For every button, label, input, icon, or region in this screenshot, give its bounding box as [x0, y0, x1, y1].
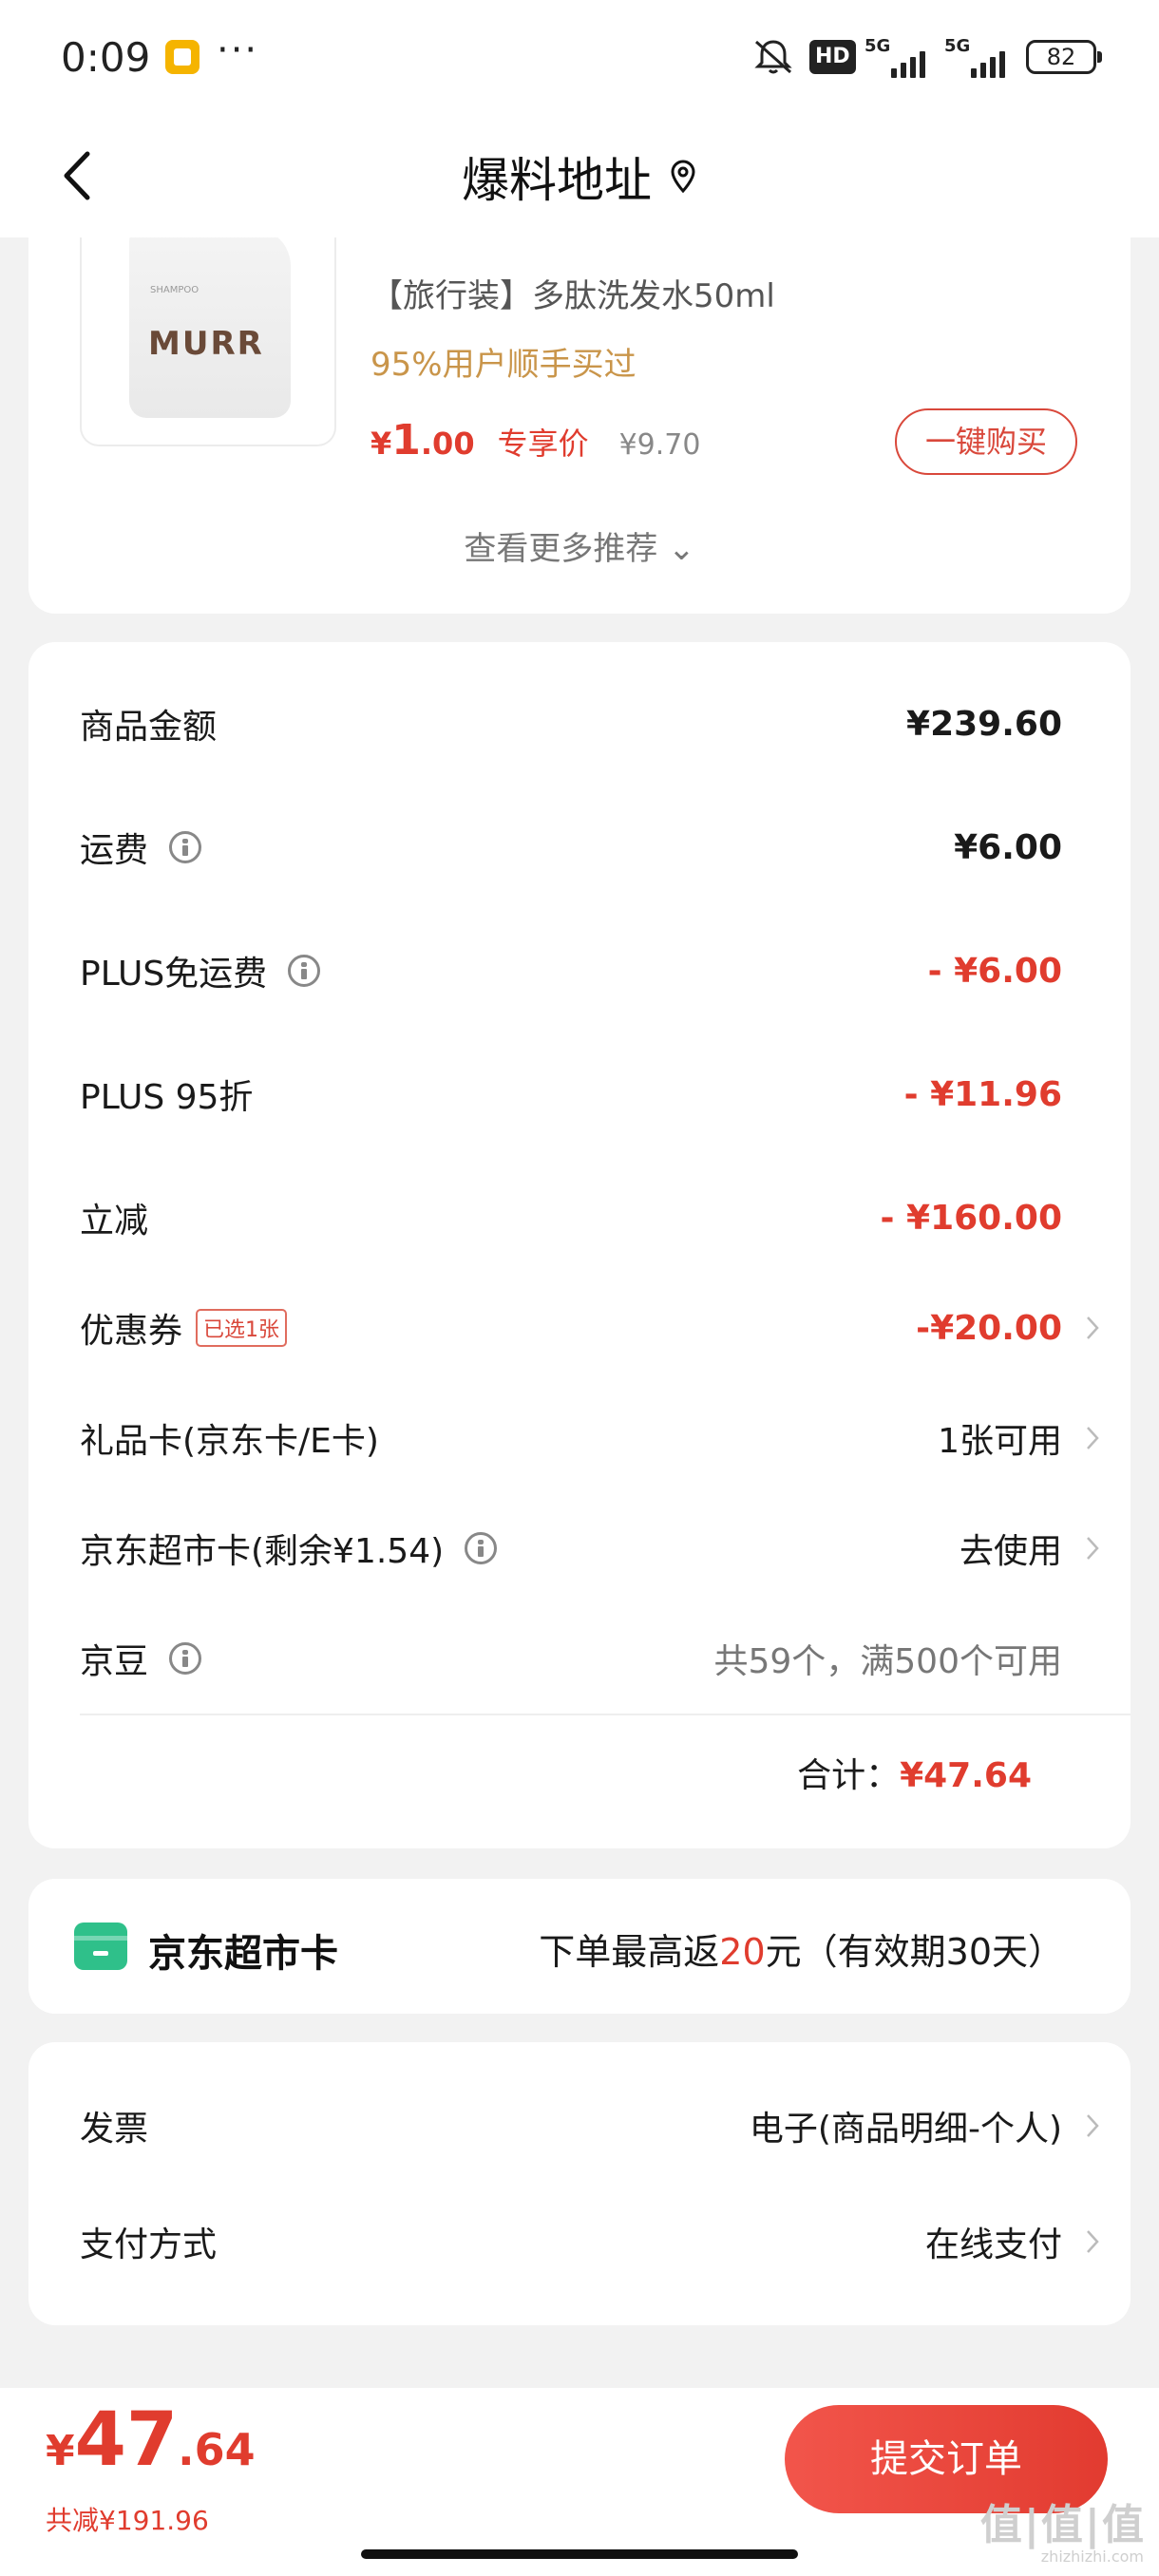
product-name[interactable]: 【旅行装】多肽洗发水50ml	[370, 270, 775, 316]
location-pin-icon[interactable]	[669, 160, 697, 194]
final-price-currency: ¥	[46, 2427, 75, 2475]
price-integer: 1	[391, 416, 421, 464]
row-label: PLUS免运费	[80, 955, 268, 994]
row-coupon[interactable]: 优惠券 已选1张 -¥20.00	[80, 1299, 1099, 1356]
home-indicator[interactable]	[361, 2549, 798, 2559]
bell-muted-icon	[754, 40, 792, 74]
promo-description: 下单最高返20元（有效期30天）	[539, 1923, 1064, 1975]
promo-title: 京东超市卡	[148, 1932, 338, 1976]
one-click-buy-button[interactable]: 一键购买	[895, 408, 1077, 475]
final-price-integer: 47	[74, 2397, 179, 2483]
info-icon[interactable]	[288, 955, 321, 987]
row-gift-card[interactable]: 礼品卡(京东卡/E卡) 1张可用	[80, 1410, 1099, 1467]
status-time: 0:09	[61, 34, 151, 81]
row-label: PLUS 95折	[80, 1078, 254, 1117]
more-notifications-icon: ···	[217, 28, 259, 72]
pouch-brand-text: MURR	[148, 325, 264, 363]
chevron-right-icon	[1087, 2230, 1099, 2253]
page-title-wrap: 爆料地址	[0, 142, 1159, 211]
row-label: 优惠券	[80, 1312, 183, 1351]
row-label: 支付方式	[80, 2226, 218, 2264]
row-plus-free-shipping: PLUS免运费 - ¥6.00	[80, 942, 1087, 999]
pouch-fine-print: SHAMPOO	[150, 285, 200, 295]
info-icon[interactable]	[169, 831, 202, 863]
nav-header: 爆料地址	[0, 114, 1159, 237]
original-price: ¥9.70	[618, 428, 701, 462]
more-recommendations-link[interactable]: 查看更多推荐 ⌄	[28, 522, 1130, 569]
row-label: 京东超市卡(剩余¥1.54)	[80, 1532, 445, 1571]
checkout-bar: ¥ 47 .64 共减¥191.96 提交订单 值|值|值 zhizhizhi.…	[0, 2388, 1159, 2576]
final-price: ¥ 47 .64	[46, 2397, 256, 2483]
row-label: 运费	[80, 831, 149, 870]
chevron-right-icon	[1087, 1427, 1099, 1449]
info-icon[interactable]	[465, 1532, 498, 1564]
coupon-selected-badge: 已选1张	[196, 1309, 288, 1347]
divider	[80, 1714, 1130, 1715]
order-confirm-page: 0:09 ··· HD 5G 5G 82 爆料地址 SHAMPOO MURR 【…	[0, 0, 1159, 2576]
row-value: ¥239.60	[906, 704, 1062, 744]
row-value: - ¥6.00	[927, 951, 1062, 991]
chevron-right-icon	[1087, 1537, 1099, 1560]
row-invoice[interactable]: 发票 电子(商品明细-个人)	[80, 2097, 1099, 2154]
row-instant-discount: 立减 - ¥160.00	[80, 1189, 1087, 1246]
row-value: 去使用	[959, 1532, 1062, 1571]
promo-desc-suffix: 元（有效期30天）	[765, 1931, 1064, 1973]
row-value: 电子(商品明细-个人)	[749, 2110, 1062, 2149]
invoice-payment-card: 发票 电子(商品明细-个人) 支付方式 在线支付	[28, 2042, 1130, 2325]
supermarket-card-promo[interactable]: 京东超市卡 下单最高返20元（有效期30天）	[28, 1879, 1130, 2014]
site-watermark-url: zhizhizhi.com	[1040, 2548, 1144, 2566]
status-bar: 0:09 ··· HD 5G 5G 82	[0, 0, 1159, 114]
page-title: 爆料地址	[462, 153, 652, 208]
row-plus-discount: PLUS 95折 - ¥11.96	[80, 1066, 1087, 1123]
network-type-label: 5G	[944, 36, 971, 56]
product-price-row: ¥ 1 .00 专享价 ¥9.70	[370, 416, 700, 464]
row-label: 京豆	[80, 1642, 149, 1681]
row-jd-beans: 京豆 共59个，满500个可用	[80, 1630, 1087, 1687]
row-value: 在线支付	[924, 2226, 1062, 2264]
promo-desc-highlight: 20	[719, 1931, 766, 1973]
row-shipping: 运费 ¥6.00	[80, 819, 1087, 876]
row-value: -¥20.00	[916, 1308, 1062, 1348]
row-label: 礼品卡(京东卡/E卡)	[80, 1422, 379, 1461]
row-label: 立减	[80, 1202, 149, 1241]
network-type-label: 5G	[864, 36, 891, 56]
final-price-decimal: .64	[178, 2424, 256, 2475]
chevron-right-icon	[1087, 1316, 1099, 1339]
row-payment-method[interactable]: 支付方式 在线支付	[80, 2213, 1099, 2270]
total-label: 合计：	[797, 1756, 901, 1795]
total-saved: 共减¥191.96	[46, 2505, 209, 2536]
row-value: - ¥11.96	[903, 1074, 1062, 1114]
promo-desc-prefix: 下单最高返	[539, 1931, 720, 1973]
row-value: - ¥160.00	[880, 1198, 1062, 1238]
info-icon[interactable]	[169, 1642, 202, 1675]
row-value: ¥6.00	[954, 827, 1062, 867]
battery-icon: 82	[1026, 40, 1102, 74]
site-watermark: 值|值|值	[979, 2501, 1146, 2549]
signal-icon-sim1: 5G	[864, 36, 925, 78]
row-value: 共59个，满500个可用	[713, 1642, 1062, 1681]
row-supermarket-card[interactable]: 京东超市卡(剩余¥1.54) 去使用	[80, 1520, 1099, 1577]
exclusive-price-label: 专享价	[497, 426, 589, 462]
product-image[interactable]: SHAMPOO MURR	[80, 237, 336, 446]
price-currency: ¥	[370, 426, 392, 462]
signal-icon-sim2: 5G	[944, 36, 1005, 78]
row-label: 商品金额	[80, 708, 218, 747]
wallet-card-icon	[74, 1923, 127, 1970]
row-label: 发票	[80, 2110, 149, 2149]
notes-app-icon	[165, 40, 200, 74]
row-value: 1张可用	[938, 1422, 1062, 1461]
row-goods-amount: 商品金额 ¥239.60	[80, 695, 1087, 752]
chevron-right-icon	[1087, 2114, 1099, 2137]
price-decimal: .00	[420, 426, 475, 462]
hd-voice-badge: HD	[809, 40, 856, 74]
total-line: 合计：¥47.64	[797, 1748, 1032, 1797]
total-amount: ¥47.64	[900, 1756, 1032, 1795]
recommendation-card: SHAMPOO MURR 【旅行装】多肽洗发水50ml 95%用户顺手买过 ¥ …	[28, 237, 1130, 614]
product-social-tag: 95%用户顺手买过	[370, 346, 636, 384]
price-summary-card: 商品金额 ¥239.60 运费 ¥6.00 PLUS免运费 - ¥6.00 PL…	[28, 642, 1130, 1848]
